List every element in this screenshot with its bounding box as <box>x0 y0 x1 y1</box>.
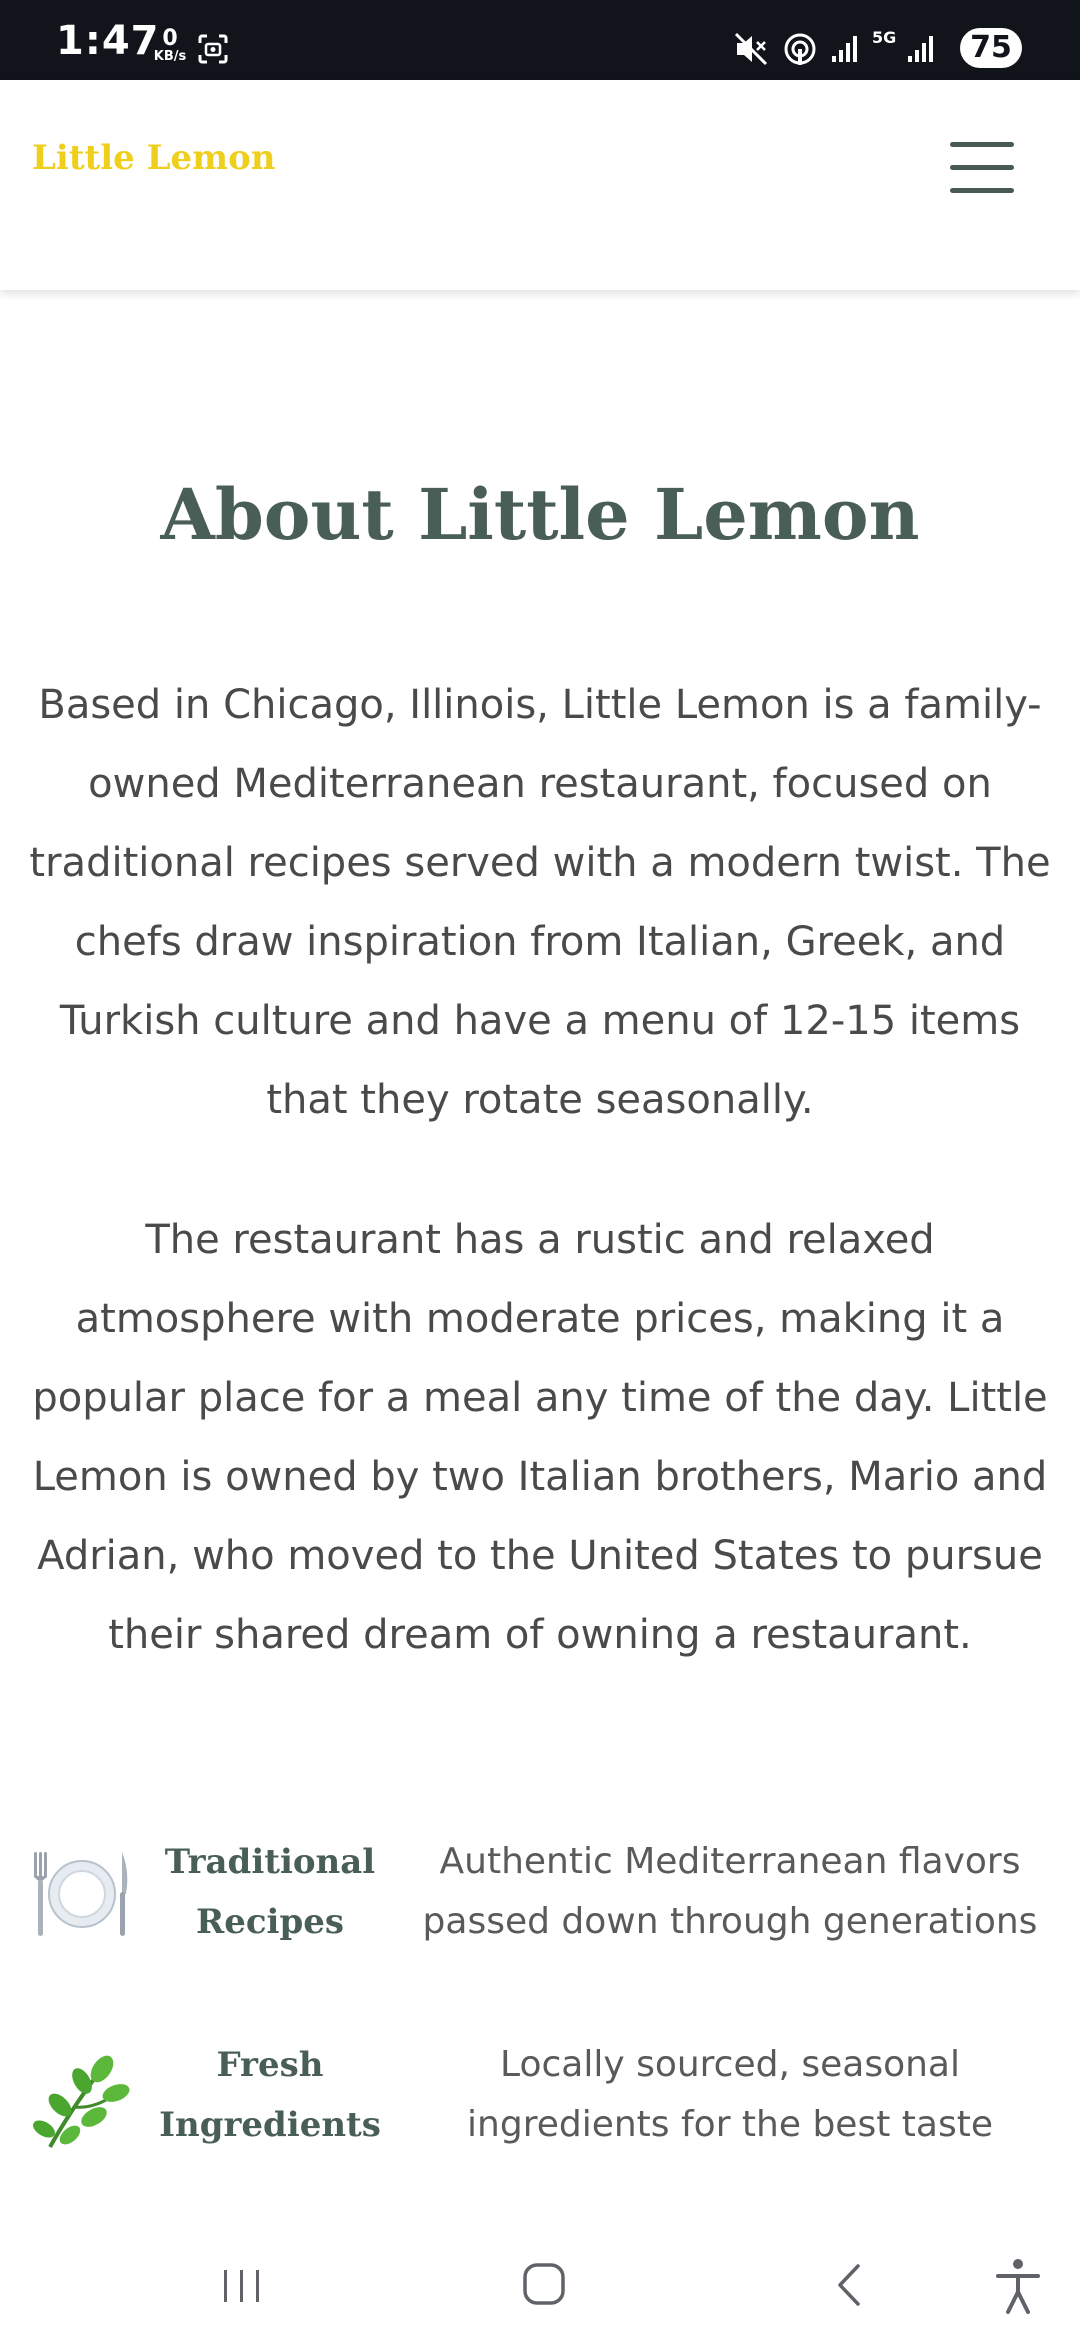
app-header: Little Lemon <box>0 80 1080 290</box>
back-icon[interactable] <box>808 2250 888 2320</box>
accessibility-icon[interactable] <box>978 2250 1058 2320</box>
status-bar: 1:47 0 KB/s 5G 75 <box>0 0 1080 80</box>
feature-description: Authentic Mediterranean flavors passed d… <box>422 1841 1038 1942</box>
feature-title: Traditional Recipes <box>164 1842 376 1942</box>
net-speed-unit: KB/s <box>153 49 187 64</box>
net-speed-value: 0 <box>162 26 178 51</box>
brand-logo[interactable]: Little Lemon <box>32 138 276 178</box>
status-time: 1:47 <box>56 18 160 64</box>
mute-icon <box>734 32 768 66</box>
about-paragraph-1: Based in Chicago, Illinois, Little Lemon… <box>29 682 1051 1123</box>
5g-icon: 5G <box>872 28 897 47</box>
system-nav-bar <box>0 2230 1080 2340</box>
recent-apps-icon[interactable] <box>202 2250 282 2320</box>
page-title: About Little Lemon <box>160 473 920 556</box>
feature-description: Locally sourced, seasonal ingredients fo… <box>467 2044 993 2145</box>
hotspot-icon <box>784 33 816 65</box>
home-icon[interactable] <box>504 2250 584 2320</box>
signal-icon <box>832 36 857 62</box>
feature-fresh-ingredients: Fresh Ingredients Locally sourced, seaso… <box>0 2035 1080 2165</box>
hamburger-icon[interactable] <box>950 142 1016 194</box>
feature-title: Fresh Ingredients <box>159 2045 381 2145</box>
plate-cutlery-icon <box>34 1852 128 1936</box>
about-paragraph-2: The restaurant has a rustic and relaxed … <box>32 1217 1048 1658</box>
screenshot-icon <box>198 34 228 64</box>
battery-indicator: 75 <box>960 28 1022 68</box>
herb-icon <box>33 2055 130 2148</box>
feature-traditional-recipes: Traditional Recipes Authentic Mediterran… <box>0 1830 1080 1960</box>
signal-icon <box>908 36 933 62</box>
net-speed: 0 KB/s <box>150 26 190 64</box>
